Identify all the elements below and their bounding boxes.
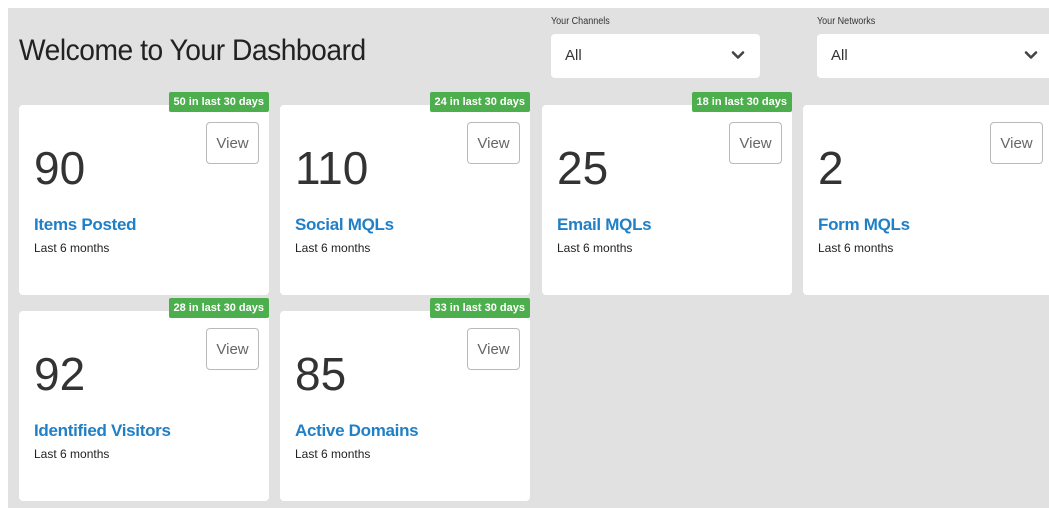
- status-badge: 24 in last 30 days: [429, 92, 530, 112]
- networks-select-value: All: [831, 47, 848, 64]
- metric-link[interactable]: Form MQLs: [818, 215, 910, 235]
- metric-card-identified-visitors: 28 in last 30 days View 92 Identified Vi…: [19, 298, 269, 501]
- metric-link[interactable]: Items Posted: [34, 215, 137, 235]
- dashboard-panel: Welcome to Your Dashboard Your Channels …: [8, 8, 1049, 508]
- channels-select-value: All: [565, 47, 582, 64]
- status-badge: 18 in last 30 days: [691, 92, 792, 112]
- view-button[interactable]: View: [206, 122, 259, 164]
- view-button[interactable]: View: [990, 122, 1043, 164]
- metric-period: Last 6 months: [34, 241, 110, 255]
- metric-period: Last 6 months: [818, 241, 894, 255]
- view-button[interactable]: View: [467, 122, 520, 164]
- status-badge: 28 in last 30 days: [168, 298, 269, 318]
- view-button[interactable]: View: [467, 328, 520, 370]
- metric-card-active-domains: 33 in last 30 days View 85 Active Domain…: [280, 298, 530, 501]
- metric-value: 85: [295, 348, 347, 400]
- metric-card-social-mqls: 24 in last 30 days View 110 Social MQLs …: [280, 92, 530, 295]
- view-button[interactable]: View: [206, 328, 259, 370]
- networks-filter-label: Your Networks: [817, 16, 876, 27]
- channels-select[interactable]: All: [551, 34, 760, 78]
- metric-period: Last 6 months: [34, 447, 110, 461]
- chevron-down-icon: [731, 51, 745, 59]
- networks-select[interactable]: All: [817, 34, 1049, 78]
- metric-link[interactable]: Email MQLs: [557, 215, 652, 235]
- status-badge: 33 in last 30 days: [429, 298, 530, 318]
- chevron-down-icon: [1024, 51, 1038, 59]
- metric-card-items-posted: 50 in last 30 days View 90 Items Posted …: [19, 92, 269, 295]
- metric-period: Last 6 months: [295, 447, 371, 461]
- metric-link[interactable]: Social MQLs: [295, 215, 394, 235]
- metric-value: 110: [295, 142, 369, 194]
- metric-value: 2: [818, 142, 844, 194]
- metric-link[interactable]: Active Domains: [295, 421, 419, 441]
- metric-link[interactable]: Identified Visitors: [34, 421, 171, 441]
- page-title: Welcome to Your Dashboard: [19, 34, 366, 67]
- status-badge: 50 in last 30 days: [168, 92, 269, 112]
- view-button[interactable]: View: [729, 122, 782, 164]
- metric-card-email-mqls: 18 in last 30 days View 25 Email MQLs La…: [542, 92, 792, 295]
- metric-value: 25: [557, 142, 609, 194]
- metric-value: 90: [34, 142, 86, 194]
- metric-period: Last 6 months: [295, 241, 371, 255]
- channels-filter-label: Your Channels: [551, 16, 610, 27]
- metric-period: Last 6 months: [557, 241, 633, 255]
- metric-card-form-mqls: View 2 Form MQLs Last 6 months: [803, 105, 1049, 295]
- metric-value: 92: [34, 348, 86, 400]
